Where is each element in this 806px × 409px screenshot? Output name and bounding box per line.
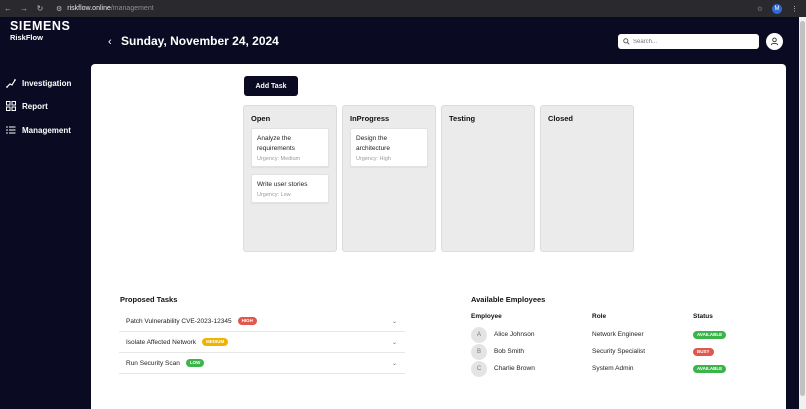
profile-avatar[interactable]: M <box>772 3 782 14</box>
site-settings-icon[interactable]: ⚙ <box>56 5 62 13</box>
priority-badge: HIGH <box>237 317 257 325</box>
priority-badge: LOW <box>185 359 205 367</box>
column-title: Closed <box>548 114 574 123</box>
investigation-icon <box>6 78 16 88</box>
available-employees-title: Available Employees <box>471 295 546 304</box>
column-title: Open <box>251 114 271 123</box>
search-input[interactable] <box>633 38 751 45</box>
proposed-task-name: Run Security Scan <box>126 359 180 367</box>
page-title-date: Sunday, November 24, 2024 <box>121 34 279 48</box>
column-header-employee: Employee <box>471 313 502 320</box>
sidebar-item-label: Report <box>22 101 48 111</box>
board-column-open: Open Analyze the requirements Urgency: M… <box>243 105 337 252</box>
url-host: riskflow.online <box>67 5 111 12</box>
brand: SIEMENS RiskFlow <box>10 19 71 43</box>
search-box[interactable] <box>618 34 759 49</box>
employee-name: Charlie Brown <box>494 365 535 372</box>
address-bar[interactable]: ⚙ riskflow.online/management <box>56 5 154 13</box>
column-title: InProgress <box>350 114 390 123</box>
product-name: RiskFlow <box>10 33 43 42</box>
proposed-task-row[interactable]: Patch Vulnerability CVE-2023-12345 HIGH … <box>119 311 405 332</box>
proposed-task-name: Patch Vulnerability CVE-2023-12345 <box>126 317 232 325</box>
board-column-testing: Testing <box>441 105 535 252</box>
chevron-left-icon[interactable]: ‹ <box>108 36 112 48</box>
employee-role: System Admin <box>592 365 634 372</box>
search-icon <box>623 38 630 45</box>
status-badge: BUSY <box>693 348 714 356</box>
page-scrollbar[interactable] <box>799 17 806 409</box>
employee-name: Bob Smith <box>494 348 524 355</box>
task-card[interactable]: Design the architecture Urgency: High <box>350 128 428 167</box>
column-header-role: Role <box>592 313 607 320</box>
chevron-down-icon[interactable]: ⌄ <box>392 360 397 367</box>
proposed-task-row[interactable]: Run Security Scan LOW ⌄ <box>119 353 405 374</box>
task-card-title: Analyze the requirements <box>257 135 295 152</box>
employee-role: Security Specialist <box>592 348 646 355</box>
column-header-status: Status <box>693 313 713 320</box>
task-card[interactable]: Write user stories Urgency: Low <box>251 174 329 203</box>
task-card[interactable]: Analyze the requirements Urgency: Medium <box>251 128 329 167</box>
sidebar-item-label: Investigation <box>22 78 72 88</box>
employee-row[interactable]: C Charlie Brown System Admin AVAILABLE <box>471 361 781 377</box>
forward-arrow-icon[interactable]: → <box>16 4 32 13</box>
employee-row[interactable]: B Bob Smith Security Specialist BUSY <box>471 344 781 360</box>
employee-row[interactable]: A Alice Johnson Network Engineer AVAILAB… <box>471 327 781 343</box>
chevron-down-icon[interactable]: ⌄ <box>392 318 397 325</box>
proposed-tasks-title: Proposed Tasks <box>120 295 178 304</box>
sidebar-item-report[interactable]: Report <box>6 101 48 111</box>
column-title: Testing <box>449 114 476 123</box>
proposed-task-name: Isolate Affected Network <box>126 338 196 346</box>
task-card-title: Design the architecture <box>356 135 390 152</box>
user-icon <box>770 37 779 46</box>
main-panel: Add Task Open Analyze the requirements U… <box>91 64 786 409</box>
priority-badge: MEDIUM <box>201 338 229 346</box>
browser-toolbar: ← → ↻ ⚙ riskflow.online/management ☆ M ⋮ <box>0 0 806 17</box>
task-card-urgency: Urgency: High <box>356 156 391 162</box>
avatar: A <box>471 327 487 343</box>
task-card-urgency: Urgency: Medium <box>257 156 301 162</box>
status-badge: AVAILABLE <box>693 365 727 373</box>
sidebar-item-management[interactable]: Management <box>6 125 71 135</box>
employee-role: Network Engineer <box>592 331 644 338</box>
browser-menu-icon[interactable]: ⋮ <box>791 5 798 13</box>
url-path: /management <box>110 5 154 12</box>
management-icon <box>6 125 16 135</box>
scrollbar-thumb[interactable] <box>800 21 805 396</box>
task-card-title: Write user stories <box>257 181 308 188</box>
sidebar-item-label: Management <box>22 125 71 135</box>
board-column-closed: Closed <box>540 105 634 252</box>
task-card-urgency: Urgency: Low <box>257 192 291 198</box>
user-account-button[interactable] <box>766 33 783 50</box>
status-badge: AVAILABLE <box>693 331 727 339</box>
reload-icon[interactable]: ↻ <box>32 4 48 13</box>
report-icon <box>6 101 16 111</box>
avatar: B <box>471 344 487 360</box>
proposed-task-row[interactable]: Isolate Affected Network MEDIUM ⌄ <box>119 332 405 353</box>
avatar: C <box>471 361 487 377</box>
chevron-down-icon[interactable]: ⌄ <box>392 339 397 346</box>
back-arrow-icon[interactable]: ← <box>0 4 16 13</box>
board-column-inprogress: InProgress Design the architecture Urgen… <box>342 105 436 252</box>
employee-name: Alice Johnson <box>494 331 535 338</box>
brand-logo: SIEMENS <box>10 19 71 33</box>
sidebar-item-investigation[interactable]: Investigation <box>6 78 71 88</box>
add-task-button[interactable]: Add Task <box>244 76 298 96</box>
bookmark-star-icon[interactable]: ☆ <box>757 5 763 13</box>
